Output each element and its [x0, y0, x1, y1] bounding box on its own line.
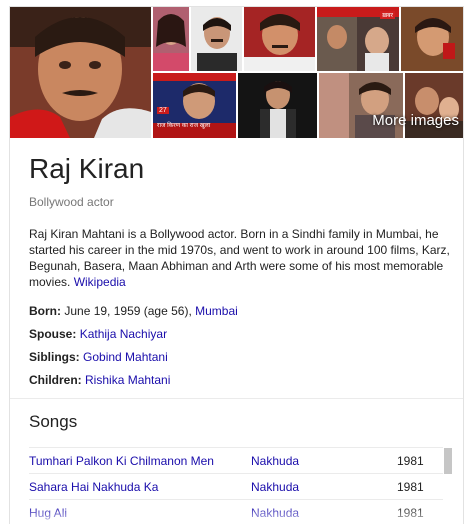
- children-link[interactable]: Rishika Mahtani: [85, 373, 170, 387]
- song-row[interactable]: Tumhari Palkon Ki Chilmanon Men Nakhuda …: [29, 447, 443, 473]
- photo-thumbnail[interactable]: [238, 73, 317, 138]
- news-strip-text: राज किरण का राज खुला: [157, 123, 211, 129]
- song-title-link[interactable]: Hug Ali: [29, 506, 67, 520]
- song-film-link[interactable]: Nakhuda: [251, 506, 299, 520]
- photo-thumbnail-news[interactable]: 27 राज किरण का राज खुला: [153, 73, 236, 138]
- fact-children: Children: Rishika Mahtani: [29, 373, 170, 387]
- image-collage[interactable]: ख़बर 27 राज किरण का राज खुला More images: [10, 7, 463, 138]
- more-images-link[interactable]: More images: [372, 112, 459, 129]
- song-film-link[interactable]: Nakhuda: [251, 480, 299, 494]
- fact-label: Children:: [29, 373, 82, 387]
- fact-label: Born:: [29, 304, 61, 318]
- fact-siblings: Siblings: Gobind Mahtani: [29, 350, 168, 364]
- news-badge: 27: [157, 107, 169, 114]
- section-divider: [10, 398, 463, 399]
- songs-scrollbar[interactable]: [444, 445, 452, 524]
- spouse-link[interactable]: Kathija Nachiyar: [80, 327, 167, 341]
- knowledge-panel: ख़बर 27 राज किरण का राज खुला More images…: [9, 6, 464, 524]
- photo-thumbnail[interactable]: [244, 7, 315, 71]
- fact-spouse: Spouse: Kathija Nachiyar: [29, 327, 167, 341]
- fact-label: Siblings:: [29, 350, 80, 364]
- entity-subtitle: Bollywood actor: [29, 195, 114, 209]
- siblings-link[interactable]: Gobind Mahtani: [83, 350, 168, 364]
- scrollbar-thumb[interactable]: [444, 448, 452, 474]
- song-year: 1981: [397, 506, 424, 520]
- entity-title: Raj Kiran: [29, 153, 145, 184]
- photo-main-portrait[interactable]: [10, 7, 151, 138]
- song-film-link[interactable]: Nakhuda: [251, 454, 299, 468]
- photo-thumbnail[interactable]: [401, 7, 463, 71]
- fact-label: Spouse:: [29, 327, 77, 341]
- fact-born: Born: June 19, 1959 (age 56), Mumbai: [29, 304, 238, 318]
- song-row[interactable]: Hug Ali Nakhuda 1981: [29, 499, 443, 524]
- fact-value: June 19, 1959 (age 56),: [64, 304, 192, 318]
- wikipedia-link[interactable]: Wikipedia: [74, 275, 126, 289]
- photo-thumbnail[interactable]: ख़बर: [317, 7, 399, 71]
- photo-thumbnail[interactable]: [191, 7, 242, 71]
- news-channel-tag: ख़बर: [380, 11, 395, 19]
- song-year: 1981: [397, 454, 424, 468]
- song-year: 1981: [397, 480, 424, 494]
- song-title-link[interactable]: Tumhari Palkon Ki Chilmanon Men: [29, 454, 214, 468]
- entity-description: Raj Kiran Mahtani is a Bollywood actor. …: [29, 226, 459, 290]
- photo-thumbnail[interactable]: [153, 7, 189, 71]
- born-place-link[interactable]: Mumbai: [195, 304, 238, 318]
- song-title-link[interactable]: Sahara Hai Nakhuda Ka: [29, 480, 158, 494]
- songs-list: Tumhari Palkon Ki Chilmanon Men Nakhuda …: [29, 447, 443, 524]
- songs-heading: Songs: [29, 412, 78, 431]
- song-row[interactable]: Sahara Hai Nakhuda Ka Nakhuda 1981: [29, 473, 443, 499]
